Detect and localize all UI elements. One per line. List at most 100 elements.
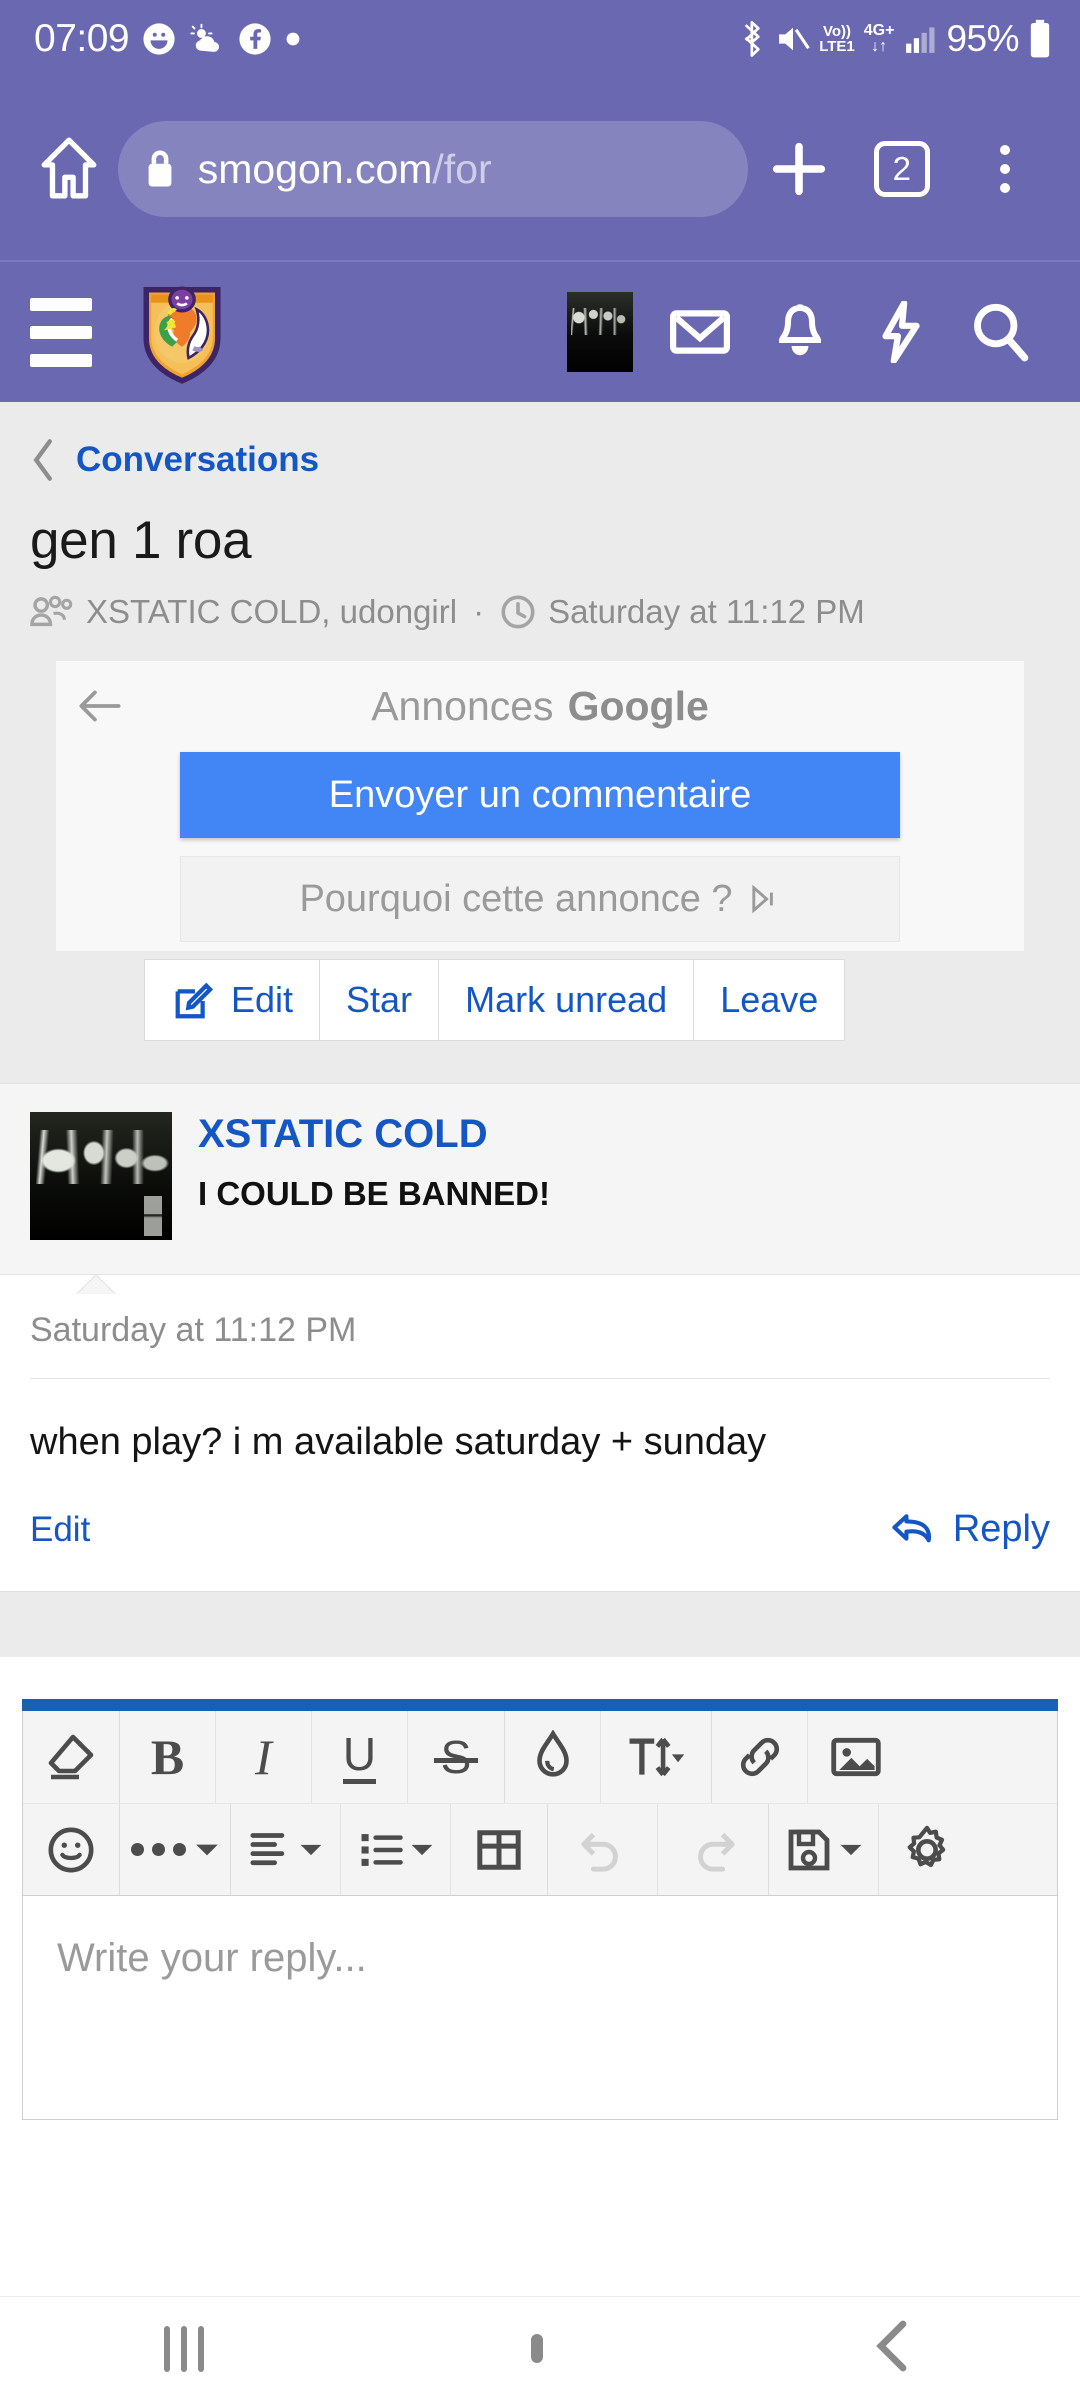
ad-back-button[interactable] (78, 687, 122, 730)
browser-toolbar: smogon.com/for 2 (0, 78, 1080, 260)
save-draft-icon[interactable] (769, 1804, 879, 1895)
eraser-icon[interactable] (23, 1711, 119, 1803)
page-title: gen 1 roa (30, 511, 252, 570)
mobile-data-icon: 4G+ ↓↑ (863, 21, 895, 55)
search-icon[interactable] (950, 302, 1050, 362)
message-author-header: XSTATIC COLD I COULD BE BANNED! (0, 1083, 1080, 1275)
signal-icon (903, 22, 937, 56)
toolbar-group-paragraph (231, 1804, 548, 1895)
settings-gear-icon[interactable] (879, 1804, 975, 1895)
notification-bell-icon[interactable] (750, 302, 850, 362)
message-text: when play? i m available saturday + sund… (30, 1421, 767, 1463)
lock-icon (144, 148, 176, 190)
author-info: XSTATIC COLD I COULD BE BANNED! (198, 1112, 550, 1240)
breadcrumb[interactable]: Conversations (0, 402, 1080, 492)
mark-unread-button[interactable]: Mark unread (438, 959, 694, 1041)
text-color-drop-icon[interactable] (505, 1711, 601, 1803)
android-nav-bar (0, 2296, 1080, 2400)
reply-editor-container: B I U S Write your reply... (0, 1699, 1080, 2120)
plus-icon (770, 140, 828, 198)
bullet-list-icon[interactable] (341, 1804, 451, 1895)
forum-navbar (0, 260, 1080, 402)
status-clock: 07:09 (34, 17, 130, 60)
new-tab-button[interactable] (748, 140, 851, 198)
browser-menu-button[interactable] (953, 145, 1056, 193)
kebab-menu-icon (999, 145, 1010, 193)
reply-arrow-icon (891, 1510, 939, 1550)
recents-button[interactable] (163, 2325, 204, 2372)
message-reply-button[interactable]: Reply (891, 1508, 1050, 1551)
reply-input[interactable]: Write your reply... (22, 1896, 1058, 2120)
ad-primary-button[interactable]: Envoyer un commentaire (180, 752, 900, 838)
strikethrough-icon[interactable]: S (408, 1711, 504, 1803)
google-brand: Google (567, 683, 709, 729)
url-bar[interactable]: smogon.com/for (117, 121, 748, 217)
home-button[interactable] (530, 2333, 543, 2363)
forum-menu-button[interactable] (30, 297, 122, 367)
font-size-icon[interactable] (601, 1711, 711, 1803)
editor-accent-bar (22, 1699, 1058, 1711)
emoji-smiley-icon[interactable] (23, 1804, 119, 1895)
forum-nav-icons (550, 292, 1050, 372)
user-avatar[interactable] (550, 292, 650, 372)
undo-icon[interactable] (548, 1804, 658, 1895)
link-icon[interactable] (712, 1711, 808, 1803)
facebook-icon (238, 22, 272, 56)
editor-toolbar-row-1: B I U S (23, 1711, 1057, 1803)
action-label: Star (346, 979, 413, 1020)
url-text: smogon.com/for (197, 145, 492, 192)
weather-icon (189, 22, 225, 56)
underline-icon[interactable]: U (312, 1711, 408, 1803)
bubble-arrow (76, 1274, 116, 1294)
alerts-bolt-icon[interactable] (850, 301, 950, 363)
avatar[interactable] (30, 1112, 172, 1240)
italic-icon[interactable]: I (216, 1711, 312, 1803)
toolbar-group-draft (769, 1804, 975, 1895)
smogon-shield-logo[interactable] (130, 280, 234, 384)
android-status-bar: 07:09 Vo)) LTE1 4G+ ↓↑ 95% (0, 0, 1080, 78)
leave-conversation-button[interactable]: Leave (693, 959, 846, 1041)
conversation-time: Saturday at 11:12 PM (548, 593, 865, 630)
star-conversation-button[interactable]: Star (319, 959, 439, 1041)
reply-placeholder: Write your reply... (57, 1936, 367, 1980)
author-user-title: I COULD BE BANNED! (198, 1175, 550, 1212)
chevron-left-icon (30, 438, 56, 482)
bold-icon[interactable]: B (120, 1711, 216, 1803)
edit-conversation-button[interactable]: Edit (144, 959, 320, 1041)
battery-icon (1028, 19, 1052, 59)
toolbar-group-history (548, 1804, 769, 1895)
ad-secondary-label: Pourquoi cette annonce ? (299, 877, 733, 920)
dot-icon (285, 31, 301, 47)
message-timestamp[interactable]: Saturday at 11:12 PM (30, 1275, 1050, 1379)
google-ad-card: Annonces Google Envoyer un commentaire P… (56, 661, 1024, 951)
insert-image-icon[interactable] (808, 1711, 904, 1803)
home-square-icon (530, 2333, 543, 2363)
recents-icon (163, 2325, 204, 2372)
conversation-actions: Edit Star Mark unread Leave (0, 951, 1080, 1041)
back-button[interactable] (870, 2318, 916, 2379)
edit-pencil-icon (171, 977, 217, 1023)
redo-icon[interactable] (658, 1804, 768, 1895)
toolbar-group-more (120, 1804, 231, 1895)
more-options-icon[interactable] (120, 1804, 230, 1895)
mute-icon (776, 21, 810, 57)
adchoices-icon (749, 883, 781, 915)
insert-table-icon[interactable] (451, 1804, 547, 1895)
ad-secondary-button[interactable]: Pourquoi cette annonce ? (180, 856, 900, 942)
toolbar-group-text-style: B I U S (120, 1711, 505, 1803)
toolbar-group-format-clear (23, 1711, 120, 1803)
tab-switcher-button[interactable]: 2 (850, 141, 953, 197)
meta-separator: · (473, 593, 485, 630)
toolbar-group-font (505, 1711, 712, 1803)
editor-top-gap (0, 1657, 1080, 1699)
message-edit-link[interactable]: Edit (30, 1510, 90, 1550)
section-divider (0, 1591, 1080, 1657)
conversation-meta: XSTATIC COLD, udongirl · Saturday at 11:… (0, 571, 1080, 631)
inbox-envelope-icon[interactable] (650, 307, 750, 357)
reply-label: Reply (952, 1508, 1050, 1550)
ad-label-row: Annonces Google (371, 683, 709, 730)
align-left-icon[interactable] (231, 1804, 341, 1895)
browser-home-button[interactable] (24, 136, 114, 202)
author-username[interactable]: XSTATIC COLD (198, 1112, 550, 1157)
back-chevron-icon (870, 2318, 916, 2374)
